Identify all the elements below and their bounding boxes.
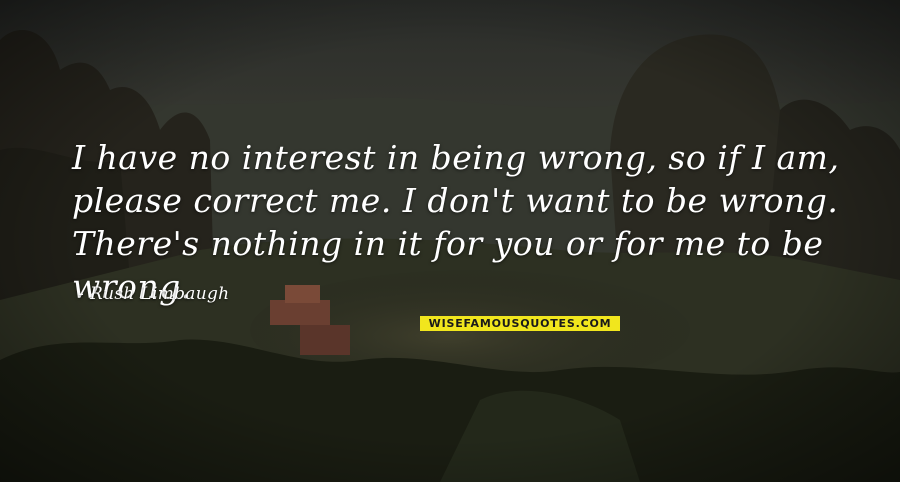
quote-author: - Rush Limbaugh [78, 284, 229, 304]
quote-card: I have no interest in being wrong, so if… [0, 0, 900, 482]
author-name: Rush Limbaugh [90, 284, 230, 304]
author-dash: - [78, 284, 85, 304]
quote-text: I have no interest in being wrong, so if… [72, 138, 840, 306]
site-watermark: WISEFAMOUSQUOTES.COM [420, 316, 620, 331]
